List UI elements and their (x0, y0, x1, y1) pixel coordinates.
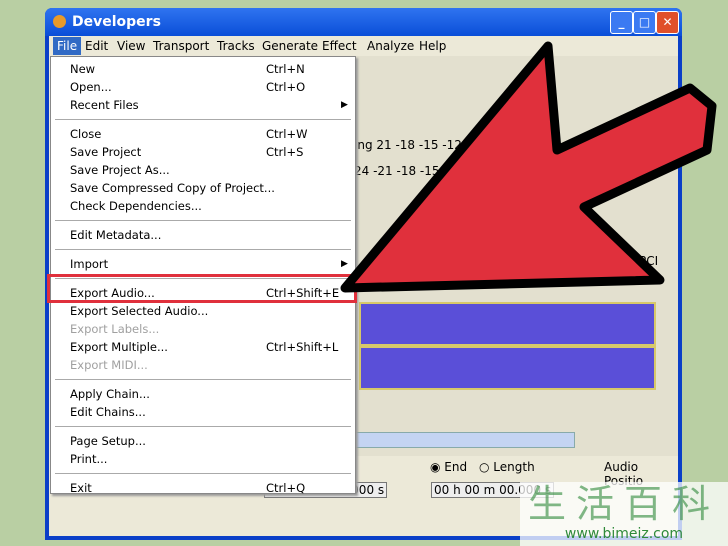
watermark: 生活百科 www.bimeiz.com (520, 482, 728, 546)
watermark-chars: 生活百科 (527, 482, 720, 526)
watermark-url: www.bimeiz.com (564, 526, 684, 542)
arrow-shape (340, 41, 717, 293)
red-arrow-annotation (340, 41, 717, 293)
